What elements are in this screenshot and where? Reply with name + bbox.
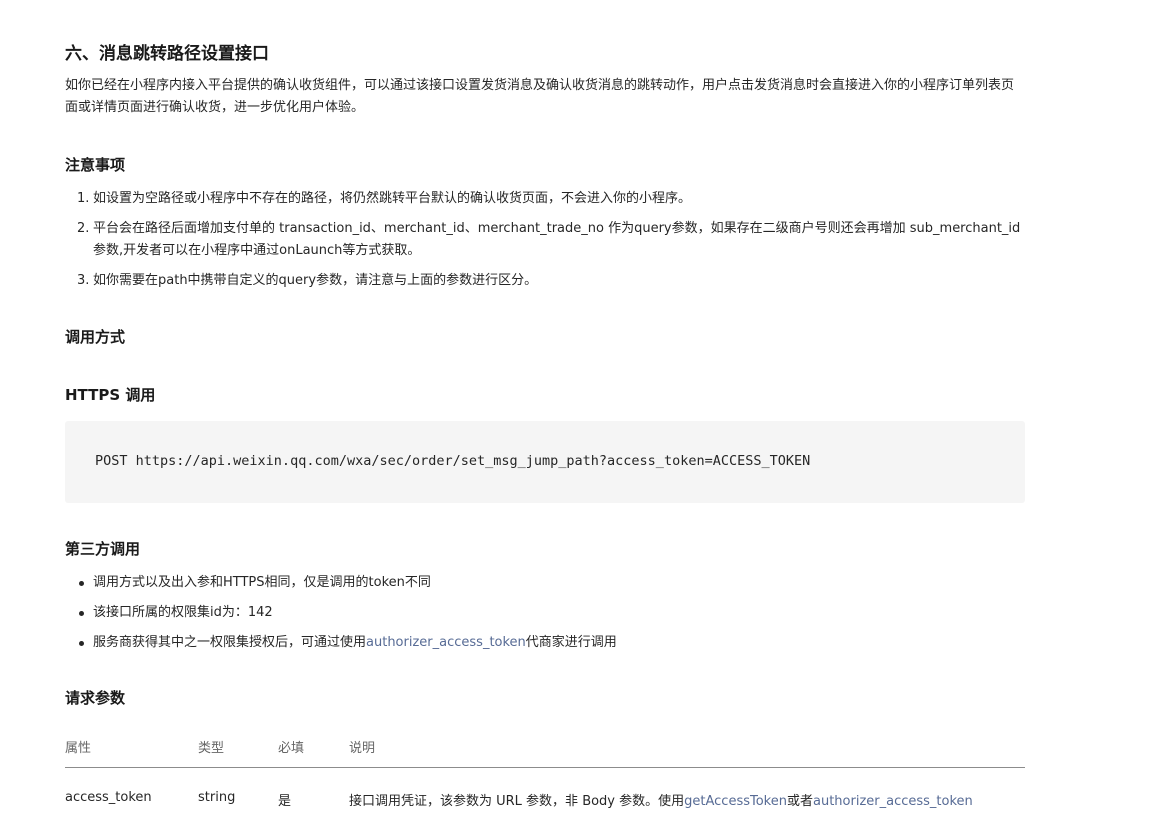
list-item: 1. 如设置为空路径或小程序中不存在的路径，将仍然跳转平台默认的确认收货页面，不…: [65, 188, 1025, 210]
list-item: 该接口所属的权限集id为：142: [65, 602, 1025, 624]
list-item-text: 平台会在路径后面增加支付单的 transaction_id、merchant_i…: [93, 221, 1021, 258]
param-required: 是: [278, 794, 292, 809]
column-header-description: 说明: [349, 741, 376, 756]
notes-list: 1. 如设置为空路径或小程序中不存在的路径，将仍然跳转平台默认的确认收货页面，不…: [65, 188, 1025, 292]
param-description-text: 接口调用凭证，该参数为 URL 参数，非 Body 参数。使用: [349, 794, 685, 809]
list-item-text: 如你需要在path中携带自定义的query参数，请注意与上面的参数进行区分。: [93, 273, 538, 288]
param-description-or: 或者: [786, 794, 813, 809]
list-item-text: 如设置为空路径或小程序中不存在的路径，将仍然跳转平台默认的确认收货页面，不会进入…: [93, 191, 692, 206]
list-number: 1.: [77, 191, 90, 206]
param-name: access_token: [65, 790, 152, 805]
list-number: 3.: [77, 273, 90, 288]
bullet-dot: [79, 641, 84, 646]
bullet-dot: [79, 611, 84, 616]
list-item: 3. 如你需要在path中携带自定义的query参数，请注意与上面的参数进行区分…: [65, 270, 1025, 292]
list-item-text: 调用方式以及出入参和HTTPS相同，仅是调用的token不同: [93, 575, 431, 590]
list-item: 调用方式以及出入参和HTTPS相同，仅是调用的token不同: [65, 572, 1025, 594]
list-item-text-before: 服务商获得其中之一权限集授权后，可通过使用: [93, 635, 367, 650]
list-item-text-after: 代商家进行调用: [525, 635, 617, 650]
table-row: access_token string 是 接口调用凭证，该参数为 URL 参数…: [65, 768, 1025, 818]
table-header: 属性 类型 必填 说明: [65, 728, 1025, 768]
notes-heading: 注意事项: [65, 156, 126, 174]
list-item: 服务商获得其中之一权限集授权后，可通过使用authorizer_access_t…: [65, 632, 1025, 654]
intro-paragraph: 如你已经在小程序内接入平台提供的确认收货组件，可以通过该接口设置发货消息及确认收…: [65, 78, 1015, 115]
code-block: POST https://api.weixin.qq.com/wxa/sec/o…: [65, 421, 1025, 503]
https-heading: HTTPS 调用: [65, 386, 156, 404]
authorizer-access-token-link[interactable]: authorizer_access_token: [813, 794, 973, 809]
params-table: 属性 类型 必填 说明 access_token string 是 接口调用凭证…: [65, 728, 1025, 818]
call-method-heading: 调用方式: [65, 328, 126, 346]
third-party-list: 调用方式以及出入参和HTTPS相同，仅是调用的token不同 该接口所属的权限集…: [65, 572, 1025, 654]
column-header-required: 必填: [278, 741, 305, 756]
list-item-text: 该接口所属的权限集id为：142: [93, 605, 273, 620]
section-title: 六、消息跳转路径设置接口: [65, 44, 269, 64]
column-header-property: 属性: [65, 741, 92, 756]
bullet-dot: [79, 581, 84, 586]
param-type: string: [198, 790, 236, 805]
get-access-token-link[interactable]: getAccessToken: [684, 794, 787, 809]
params-heading: 请求参数: [65, 689, 126, 707]
param-description: 接口调用凭证，该参数为 URL 参数，非 Body 参数。使用getAccess…: [349, 790, 973, 809]
request-url-code: POST https://api.weixin.qq.com/wxa/sec/o…: [95, 453, 811, 469]
column-header-type: 类型: [198, 741, 225, 756]
list-number: 2.: [77, 221, 90, 236]
third-party-heading: 第三方调用: [65, 540, 141, 558]
list-item: 2. 平台会在路径后面增加支付单的 transaction_id、merchan…: [65, 218, 1025, 262]
authorizer-access-token-link[interactable]: authorizer_access_token: [366, 635, 526, 650]
